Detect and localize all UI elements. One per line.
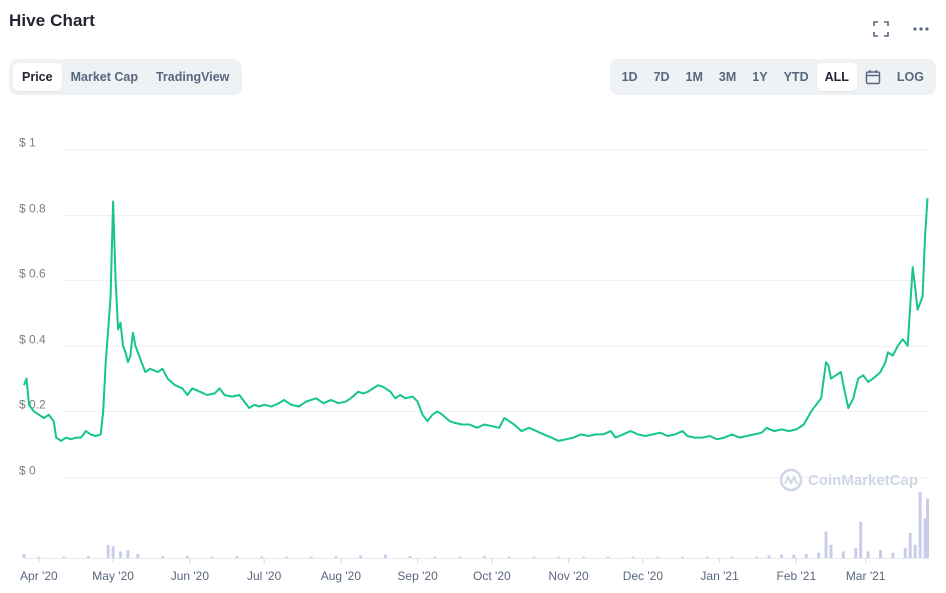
volume-bar <box>926 498 930 558</box>
volume-bar <box>37 556 41 558</box>
y-tick-label: $ 1 <box>19 136 36 150</box>
volume-bar <box>334 556 338 558</box>
volume-bar <box>817 552 821 558</box>
volume-bar <box>891 552 895 558</box>
chart-card: Hive Chart Price Market Cap TradingView … <box>0 0 946 593</box>
x-tick-label: Apr '20 <box>20 569 58 583</box>
volume-bar <box>755 556 759 558</box>
volume-bar <box>804 554 808 558</box>
volume-bars <box>22 492 930 558</box>
volume-bar <box>606 556 610 558</box>
volume-bar <box>383 554 387 558</box>
volume-bar <box>557 556 561 558</box>
volume-bar <box>136 554 140 558</box>
volume-bar <box>284 556 288 558</box>
volume-bar <box>106 544 110 558</box>
volume-bar <box>235 556 239 558</box>
volume-bar <box>408 556 412 558</box>
y-tick-label: $ 0.6 <box>19 267 46 281</box>
y-axis-labels: $ 0$ 0.2$ 0.4$ 0.6$ 0.8$ 1 <box>19 136 46 478</box>
y-tick-label: $ 0 <box>19 464 36 478</box>
volume-bar <box>581 556 585 558</box>
volume-bar <box>792 554 796 558</box>
price-chart: $ 0$ 0.2$ 0.4$ 0.6$ 0.8$ 1 CoinMarketCap… <box>19 136 930 583</box>
x-tick-label: Oct '20 <box>473 569 511 583</box>
volume-bar <box>507 556 511 558</box>
volume-bar <box>767 555 771 558</box>
volume-bar <box>433 556 437 558</box>
x-tick-label: Dec '20 <box>623 569 664 583</box>
y-tick-label: $ 0.4 <box>19 333 46 347</box>
volume-bar <box>903 548 907 558</box>
y-tick-label: $ 0.8 <box>19 202 46 216</box>
volume-bar <box>260 556 264 558</box>
volume-bar <box>829 544 833 558</box>
volume-bar <box>359 555 363 558</box>
x-tick-label: May '20 <box>92 569 134 583</box>
volume-bar <box>22 554 26 558</box>
x-tick-label: Jul '20 <box>247 569 282 583</box>
volume-bar <box>866 551 870 558</box>
volume-bar <box>631 556 635 558</box>
x-tick-label: Nov '20 <box>548 569 589 583</box>
volume-bar <box>119 551 123 558</box>
coinmarketcap-watermark: CoinMarketCap <box>779 468 918 492</box>
volume-bar <box>86 556 90 558</box>
volume-bar <box>210 556 214 558</box>
volume-bar <box>309 556 313 558</box>
x-tick-label: Jun '20 <box>171 569 210 583</box>
volume-bar <box>680 556 684 558</box>
volume-bar <box>161 556 165 558</box>
volume-bar <box>918 492 922 558</box>
volume-bar <box>482 556 486 558</box>
volume-bar <box>859 521 863 558</box>
x-tick-label: Sep '20 <box>397 569 438 583</box>
volume-bar <box>854 548 858 558</box>
price-line <box>23 198 929 442</box>
volume-bar <box>730 556 734 558</box>
volume-bar <box>824 531 828 558</box>
volume-bar <box>126 550 130 558</box>
x-tick-label: Mar '21 <box>846 569 886 583</box>
x-tick-label: Aug '20 <box>321 569 362 583</box>
volume-bar <box>185 556 189 558</box>
volume-bar <box>532 556 536 558</box>
volume-bar <box>908 532 912 558</box>
volume-bar <box>913 544 917 558</box>
volume-bar <box>878 550 882 558</box>
volume-bar <box>779 554 783 558</box>
volume-bar <box>111 546 115 558</box>
volume-bar <box>62 556 66 558</box>
x-tick-label: Feb '21 <box>776 569 816 583</box>
volume-bar <box>656 556 660 558</box>
volume-bar <box>458 556 462 558</box>
x-axis-labels: Apr '20 May '20 Jun '20 Jul '20 Aug '20 Sep '… <box>20 558 886 583</box>
watermark-text: CoinMarketCap <box>808 472 918 489</box>
volume-bar <box>841 551 845 558</box>
volume-bar <box>705 556 709 558</box>
x-tick-label: Jan '21 <box>700 569 739 583</box>
